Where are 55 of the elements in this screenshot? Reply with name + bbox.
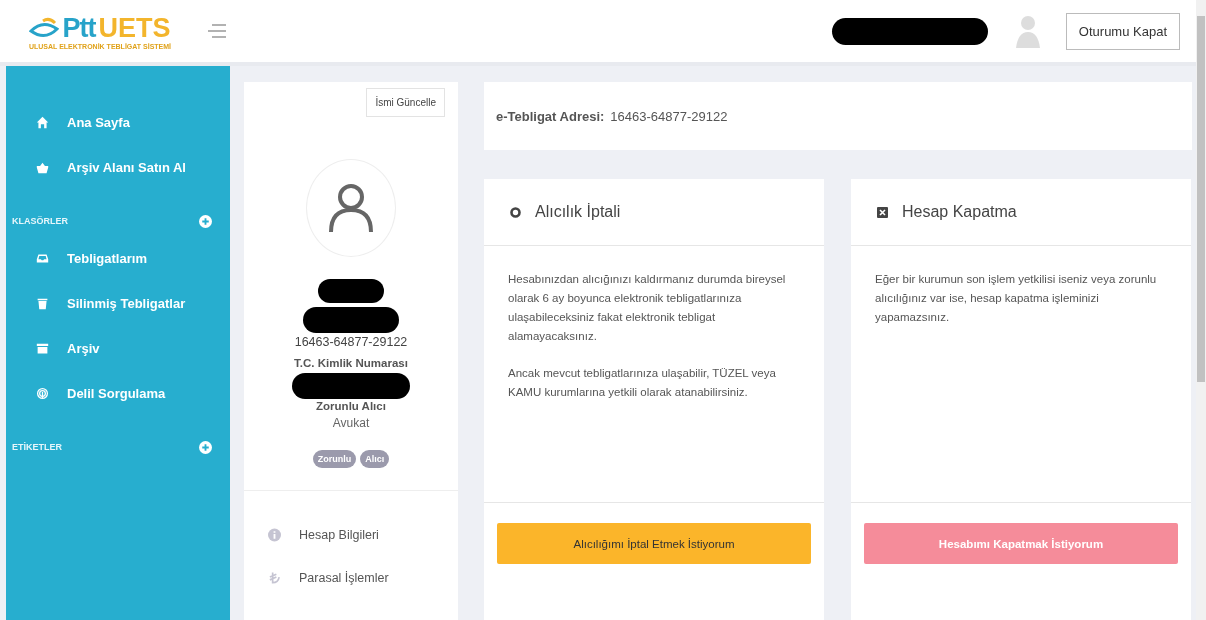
user-icon xyxy=(328,183,374,233)
fingerprint-icon xyxy=(36,387,49,400)
menu-item-label: Hesap Bilgileri xyxy=(299,527,379,542)
address-value: 16463-64877-29122 xyxy=(610,108,728,124)
lira-icon xyxy=(268,570,281,585)
sidebar-item[interactable]: Arşiv xyxy=(6,326,230,371)
section-heading: KLASÖRLER xyxy=(12,216,68,226)
action-button[interactable]: Alıcılığımı İptal Etmek İstiyorum xyxy=(497,523,811,564)
sidebar-item-label: Ana Sayfa xyxy=(67,115,130,130)
address-label: e-Tebligat Adresi: xyxy=(496,108,605,124)
eye-icon xyxy=(29,17,60,39)
user-silhouette-icon xyxy=(1015,14,1040,48)
sidebar-item[interactable]: Ana Sayfa xyxy=(6,100,230,145)
role-text: Zorunlu Alıcı xyxy=(316,400,386,412)
sidebar-item-label: Silinmiş Tebligatlar xyxy=(67,296,186,311)
sidebar-item-label: Tebligatlarım xyxy=(67,251,147,266)
logo-text: Ptt xyxy=(62,12,96,43)
archive-icon xyxy=(36,342,49,355)
card-title: Hesap Kapatma xyxy=(902,203,1017,221)
info-icon xyxy=(268,527,281,542)
redaction-mark xyxy=(318,279,384,303)
card-text: Eğer bir kurumun son işlem yetkilisi iseniz veya zorunlu alıcılığınız var ise, hesap kapatma işleminizi yapamazsınız. xyxy=(875,272,1158,325)
close-icon xyxy=(877,206,888,218)
sidebar-item[interactable]: Arşiv Alanı Satın Al xyxy=(6,145,230,190)
logout-button[interactable]: Oturumu Kapat xyxy=(1065,12,1180,50)
add-icon[interactable] xyxy=(199,440,212,454)
profession-text: Avukat xyxy=(332,416,370,430)
action-button[interactable]: Hesabımı Kapatmak İstiyorum xyxy=(864,523,1178,564)
update-name-button[interactable]: İsmi Güncelle xyxy=(366,88,445,117)
id-number: 16463-64877-29122 xyxy=(294,335,408,349)
sidebar-item-label: Arşiv xyxy=(67,341,100,356)
menu-icon[interactable] xyxy=(208,23,226,39)
section-heading: ETİKETLER xyxy=(12,442,62,452)
logo-text: UETS xyxy=(98,12,171,43)
sidebar-item[interactable]: Delil Sorgulama xyxy=(6,371,230,416)
sidebar-item-label: Delil Sorgulama xyxy=(67,386,166,401)
sidebar-item[interactable]: Tebligatlarım xyxy=(6,236,230,281)
add-icon[interactable] xyxy=(199,214,212,228)
card-text: Hesabınızdan alıcığınızı kaldırmanız durumda bireysel olarak 6 ay boyunca elektronik tebligatlarınıza ulaşabileceksiniz fakat elektronik tebligat alamayacaksınız. xyxy=(508,272,787,344)
card-title: Alıcılık İptali xyxy=(535,203,621,221)
home-icon xyxy=(36,116,49,129)
scrollbar-thumb[interactable] xyxy=(1197,16,1205,382)
trash-icon xyxy=(36,297,49,310)
id-label: T.C. Kimlik Numarası xyxy=(294,357,408,369)
card-text: Ancak mevcut tebligatlarınıza ulaşabilir, TÜZEL veya KAMU kurumlarına yetkili olarak atanabilirsiniz. xyxy=(508,366,777,400)
tag: Zorunlu xyxy=(312,450,357,468)
profile-menu-item[interactable]: Parasal İşlemler xyxy=(244,556,458,599)
inbox-icon xyxy=(36,252,49,265)
profile-menu-item[interactable]: Hesap Bilgileri xyxy=(244,513,458,556)
sidebar-item[interactable]: Silinmiş Tebligatlar xyxy=(6,281,230,326)
ring-icon xyxy=(510,206,521,218)
tag: Alıcı xyxy=(360,450,390,468)
basket-icon xyxy=(36,161,49,174)
menu-item-label: Parasal İşlemler xyxy=(299,570,389,585)
sidebar-item-label: Arşiv Alanı Satın Al xyxy=(67,160,186,175)
